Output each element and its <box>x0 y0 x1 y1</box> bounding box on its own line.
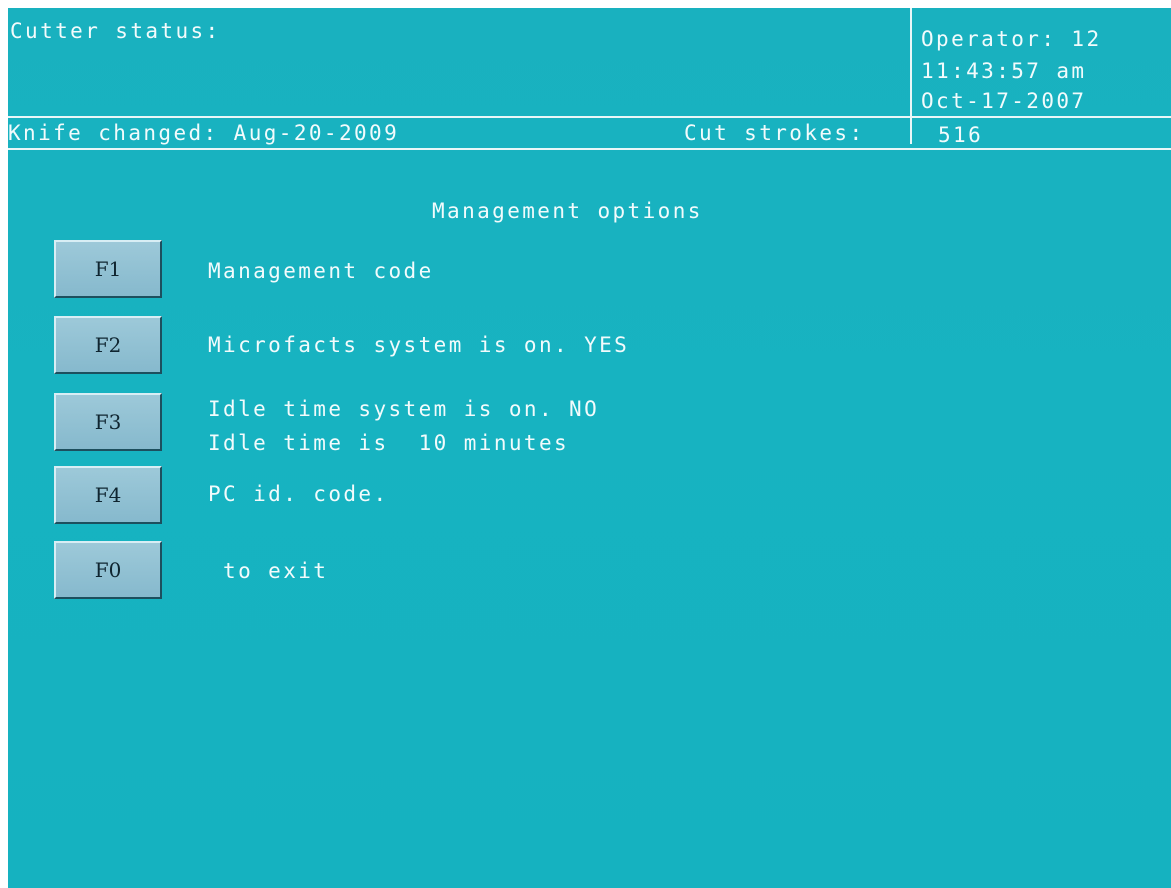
header-divider-top <box>8 116 1171 118</box>
option-microfacts-system: Microfacts system is on. YES <box>208 333 630 357</box>
operator-label: Operator: 12 <box>921 27 1102 51</box>
f0-key-label: F0 <box>94 558 122 582</box>
f4-key-button[interactable]: F4 <box>54 466 162 524</box>
f3-key-label: F3 <box>94 410 122 434</box>
f1-key-label: F1 <box>94 257 122 281</box>
clock-time: 11:43:57 am <box>921 59 1087 83</box>
option-idle-time-minutes: Idle time is 10 minutes <box>208 431 570 455</box>
page-title: Management options <box>432 199 703 223</box>
cutter-status-label: Cutter status: <box>10 19 221 43</box>
f2-key-button[interactable]: F2 <box>54 316 162 374</box>
header-divider-vertical <box>910 8 912 144</box>
f1-key-button[interactable]: F1 <box>54 240 162 298</box>
cutter-screen: Cutter status: Operator: 12 11:43:57 am … <box>8 8 1171 888</box>
cut-strokes-label: Cut strokes: <box>684 121 865 145</box>
f2-key-label: F2 <box>94 333 122 357</box>
f4-key-label: F4 <box>94 483 122 507</box>
header-divider-bottom <box>8 148 1171 150</box>
option-pc-id-code: PC id. code. <box>208 482 389 506</box>
option-exit: to exit <box>208 559 329 583</box>
clock-date: Oct-17-2007 <box>921 89 1087 113</box>
option-management-code: Management code <box>208 259 434 283</box>
cut-strokes-value: 516 <box>938 123 984 147</box>
f0-key-button[interactable]: F0 <box>54 541 162 599</box>
f3-key-button[interactable]: F3 <box>54 393 162 451</box>
knife-changed-label: Knife changed: Aug-20-2009 <box>8 121 400 145</box>
option-idle-time-system: Idle time system is on. NO <box>208 397 600 421</box>
